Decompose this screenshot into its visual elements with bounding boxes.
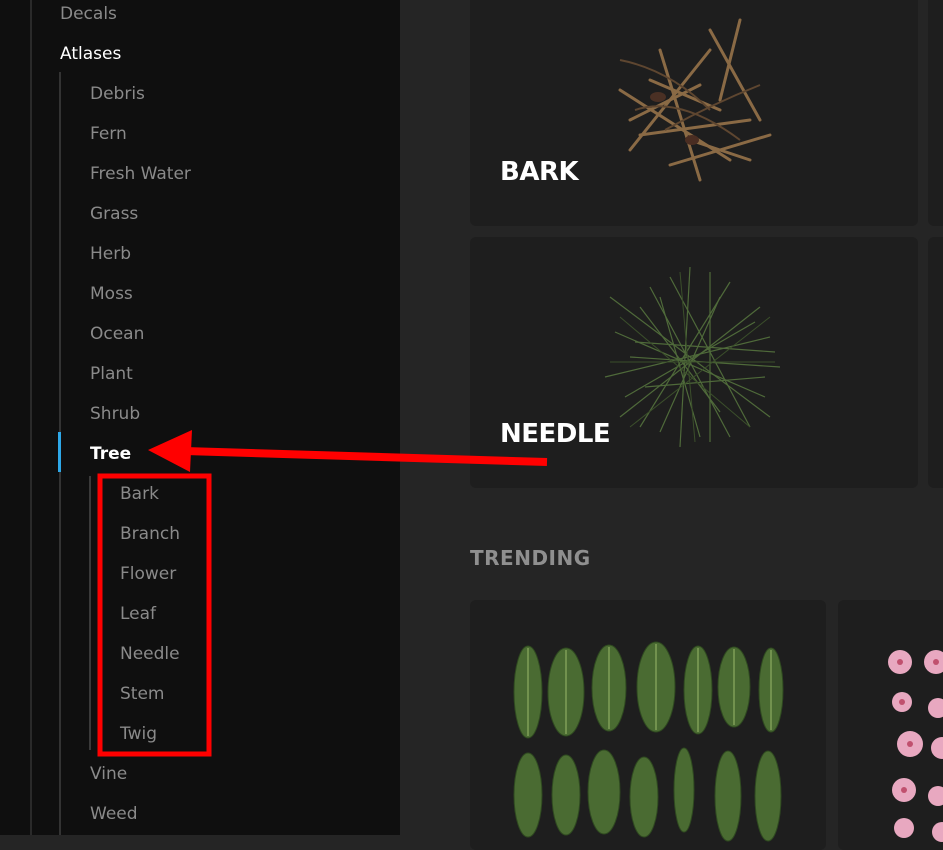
category-card-partial[interactable] bbox=[928, 0, 943, 226]
active-indicator bbox=[58, 432, 61, 472]
category-card-bark[interactable]: BARK bbox=[470, 0, 918, 226]
sidebar-item-branch[interactable]: Branch bbox=[120, 523, 180, 545]
sidebar-item-decals[interactable]: Decals bbox=[60, 3, 117, 25]
sidebar-item-grass[interactable]: Grass bbox=[90, 203, 138, 225]
sidebar-item-plant[interactable]: Plant bbox=[90, 363, 133, 385]
flower-atlas-thumbnail bbox=[888, 650, 943, 842]
sidebar-item-twig[interactable]: Twig bbox=[120, 723, 157, 745]
leaf-atlas-thumbnail bbox=[513, 641, 784, 842]
sidebar-item-ocean[interactable]: Ocean bbox=[90, 323, 144, 345]
tree-subitems-guide-line bbox=[89, 476, 91, 750]
card-title-needle: NEEDLE bbox=[500, 419, 611, 449]
sidebar-item-herb[interactable]: Herb bbox=[90, 243, 131, 265]
sidebar-item-atlases[interactable]: Atlases bbox=[60, 43, 121, 65]
trending-heading: TRENDING bbox=[470, 546, 591, 570]
sidebar-item-weed[interactable]: Weed bbox=[90, 803, 138, 825]
sidebar-item-vine[interactable]: Vine bbox=[90, 763, 127, 785]
sidebar-item-moss[interactable]: Moss bbox=[90, 283, 133, 305]
sidebar: Decals Atlases Debris Fern Fresh Water G… bbox=[0, 0, 400, 835]
trending-card-leaf[interactable] bbox=[470, 600, 826, 850]
tree-guide-line bbox=[30, 0, 32, 835]
sidebar-item-needle[interactable]: Needle bbox=[120, 643, 180, 665]
sidebar-item-bark[interactable]: Bark bbox=[120, 483, 159, 505]
sidebar-item-flower[interactable]: Flower bbox=[120, 563, 176, 585]
sidebar-item-tree[interactable]: Tree bbox=[90, 443, 131, 465]
sidebar-item-stem[interactable]: Stem bbox=[120, 683, 164, 705]
sidebar-item-fern[interactable]: Fern bbox=[90, 123, 127, 145]
card-title-bark: BARK bbox=[500, 157, 579, 187]
sidebar-item-leaf[interactable]: Leaf bbox=[120, 603, 156, 625]
needle-thumbnail bbox=[604, 266, 781, 448]
sidebar-item-debris[interactable]: Debris bbox=[90, 83, 145, 105]
trending-card-flower[interactable] bbox=[838, 600, 943, 850]
sidebar-item-shrub[interactable]: Shrub bbox=[90, 403, 140, 425]
sidebar-item-fresh-water[interactable]: Fresh Water bbox=[90, 163, 191, 185]
category-card-partial-2[interactable] bbox=[928, 237, 943, 488]
bark-thumbnail bbox=[618, 18, 772, 182]
category-card-needle[interactable]: NEEDLE bbox=[470, 237, 918, 488]
